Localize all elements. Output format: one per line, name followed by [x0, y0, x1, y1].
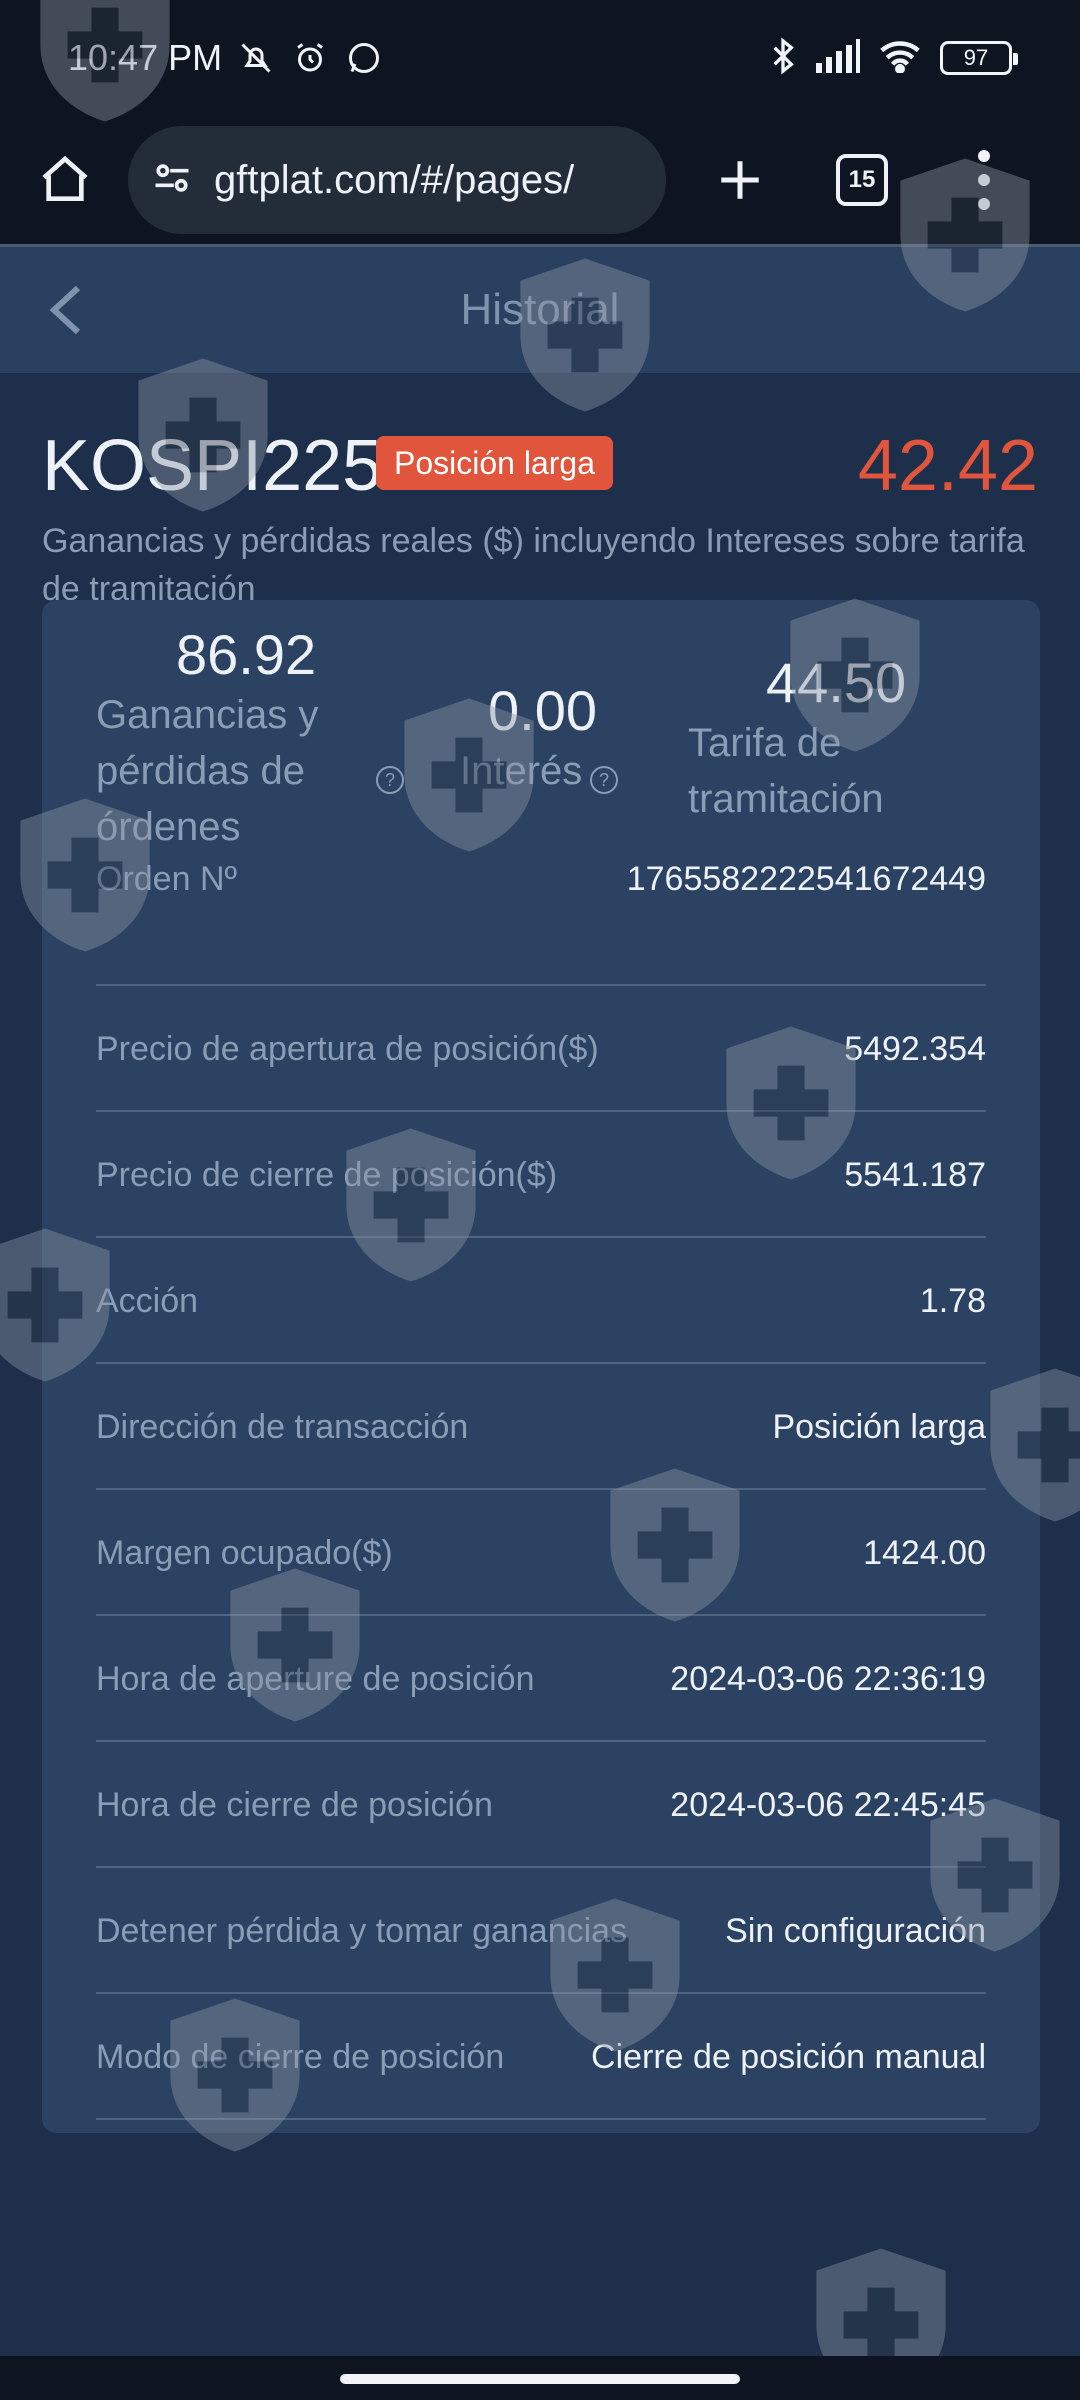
tab-count-button[interactable]: 15	[836, 154, 888, 206]
url-text[interactable]: gftplat.com/#/pages/	[214, 158, 574, 203]
pnl-description: Ganancias y pérdidas reales ($) incluyen…	[42, 522, 1025, 608]
detail-value: 2024-03-06 22:45:45	[670, 1786, 986, 1824]
browser-toolbar: gftplat.com/#/pages/ 15	[0, 116, 1080, 244]
status-right: 97	[768, 36, 1018, 81]
details-card: 86.92 Ganancias y pérdidas de órdenes ? …	[42, 600, 1040, 2133]
alarm-icon	[290, 38, 330, 78]
detail-value: 5492.354	[844, 1030, 986, 1068]
home-indicator[interactable]	[340, 2374, 740, 2384]
detail-label: Modo de cierre de posición	[96, 2038, 505, 2076]
stat-label: Interés	[460, 749, 583, 793]
wifi-icon	[878, 39, 922, 78]
battery-indicator: 97	[940, 41, 1018, 75]
detail-label: Dirección de transacción	[96, 1408, 469, 1446]
plus-icon[interactable]	[708, 148, 772, 212]
detail-value: Cierre de posición manual	[591, 2038, 986, 2076]
stat-label: Tarifa de tramitación	[688, 721, 884, 821]
detail-value: 2024-03-06 22:36:19	[670, 1660, 986, 1698]
stat-fee: 44.50 Tarifa de tramitación	[688, 650, 988, 827]
detail-row: Hora de aperture de posición 2024-03-06 2…	[96, 1616, 986, 1742]
address-bar[interactable]: gftplat.com/#/pages/	[128, 126, 666, 234]
detail-row: Modo de cierre de posición Cierre de posi…	[96, 1994, 986, 2120]
detail-label: Hora de aperture de posición	[96, 1660, 535, 1698]
detail-label: Acción	[96, 1282, 199, 1320]
detail-value: 1.78	[919, 1282, 986, 1320]
direction-badge: Posición larga	[376, 436, 613, 490]
stat-interest: 0.00 Interés	[460, 678, 660, 799]
detail-label: Orden Nº	[96, 860, 237, 898]
detail-row: Precio de cierre de posición($) 5541.187	[96, 1112, 986, 1238]
detail-label: Precio de apertura de posición($)	[96, 1030, 599, 1068]
battery-level: 97	[963, 45, 989, 70]
status-left: 10:47 PM	[68, 37, 384, 79]
stat-value: 0.00	[488, 679, 597, 742]
whatsapp-icon	[344, 38, 384, 78]
detail-label: Detener pérdida y tomar ganancias	[96, 1912, 628, 1950]
detail-row: Hora de cierre de posición 2024-03-06 22:…	[96, 1742, 986, 1868]
stat-value: 86.92	[176, 623, 317, 686]
detail-value: Sin configuración	[725, 1912, 986, 1950]
detail-row: Detener pérdida y tomar ganancias Sin con…	[96, 1868, 986, 1994]
stat-label: Ganancias y pérdidas de órdenes	[96, 693, 319, 849]
stat-order-pnl: 86.92 Ganancias y pérdidas de órdenes	[96, 622, 376, 855]
bluetooth-icon	[768, 36, 798, 81]
home-icon[interactable]	[30, 145, 100, 215]
page-header: Historial	[0, 247, 1080, 373]
detail-value: 5541.187	[844, 1156, 986, 1194]
status-bar: 10:47 PM 97	[0, 0, 1080, 116]
menu-icon[interactable]	[974, 150, 994, 210]
total-pnl: 42.42	[857, 426, 1038, 506]
detail-row: Orden Nº 1765582222541672449	[96, 860, 986, 986]
help-icon[interactable]: ?	[376, 766, 404, 794]
detail-row: Dirección de transacción Posición larga	[96, 1364, 986, 1490]
tab-count: 15	[848, 166, 876, 193]
signal-icon	[816, 38, 860, 78]
back-icon[interactable]	[36, 280, 96, 340]
detail-row: Margen ocupado($) 1424.00	[96, 1490, 986, 1616]
detail-label: Margen ocupado($)	[96, 1534, 393, 1572]
detail-label: Precio de cierre de posición($)	[96, 1156, 558, 1194]
detail-row: Acción 1.78	[96, 1238, 986, 1364]
site-settings-icon[interactable]	[150, 156, 194, 205]
mute-icon	[236, 38, 276, 78]
stat-value: 44.50	[766, 651, 907, 714]
detail-row: Precio de apertura de posición($) 5492.35…	[96, 986, 986, 1112]
detail-value: Posición larga	[772, 1408, 986, 1446]
details-list: Orden Nº 1765582222541672449 Precio de ap…	[96, 860, 986, 2120]
help-icon[interactable]: ?	[590, 766, 618, 794]
detail-value: 1424.00	[863, 1534, 986, 1572]
clock: 10:47 PM	[68, 37, 223, 78]
gesture-bar	[0, 2356, 1080, 2400]
detail-value: 1765582222541672449	[626, 860, 986, 898]
detail-label: Hora de cierre de posición	[96, 1786, 493, 1824]
page-title: Historial	[460, 285, 620, 334]
product-name: KOSPI225	[42, 426, 383, 506]
